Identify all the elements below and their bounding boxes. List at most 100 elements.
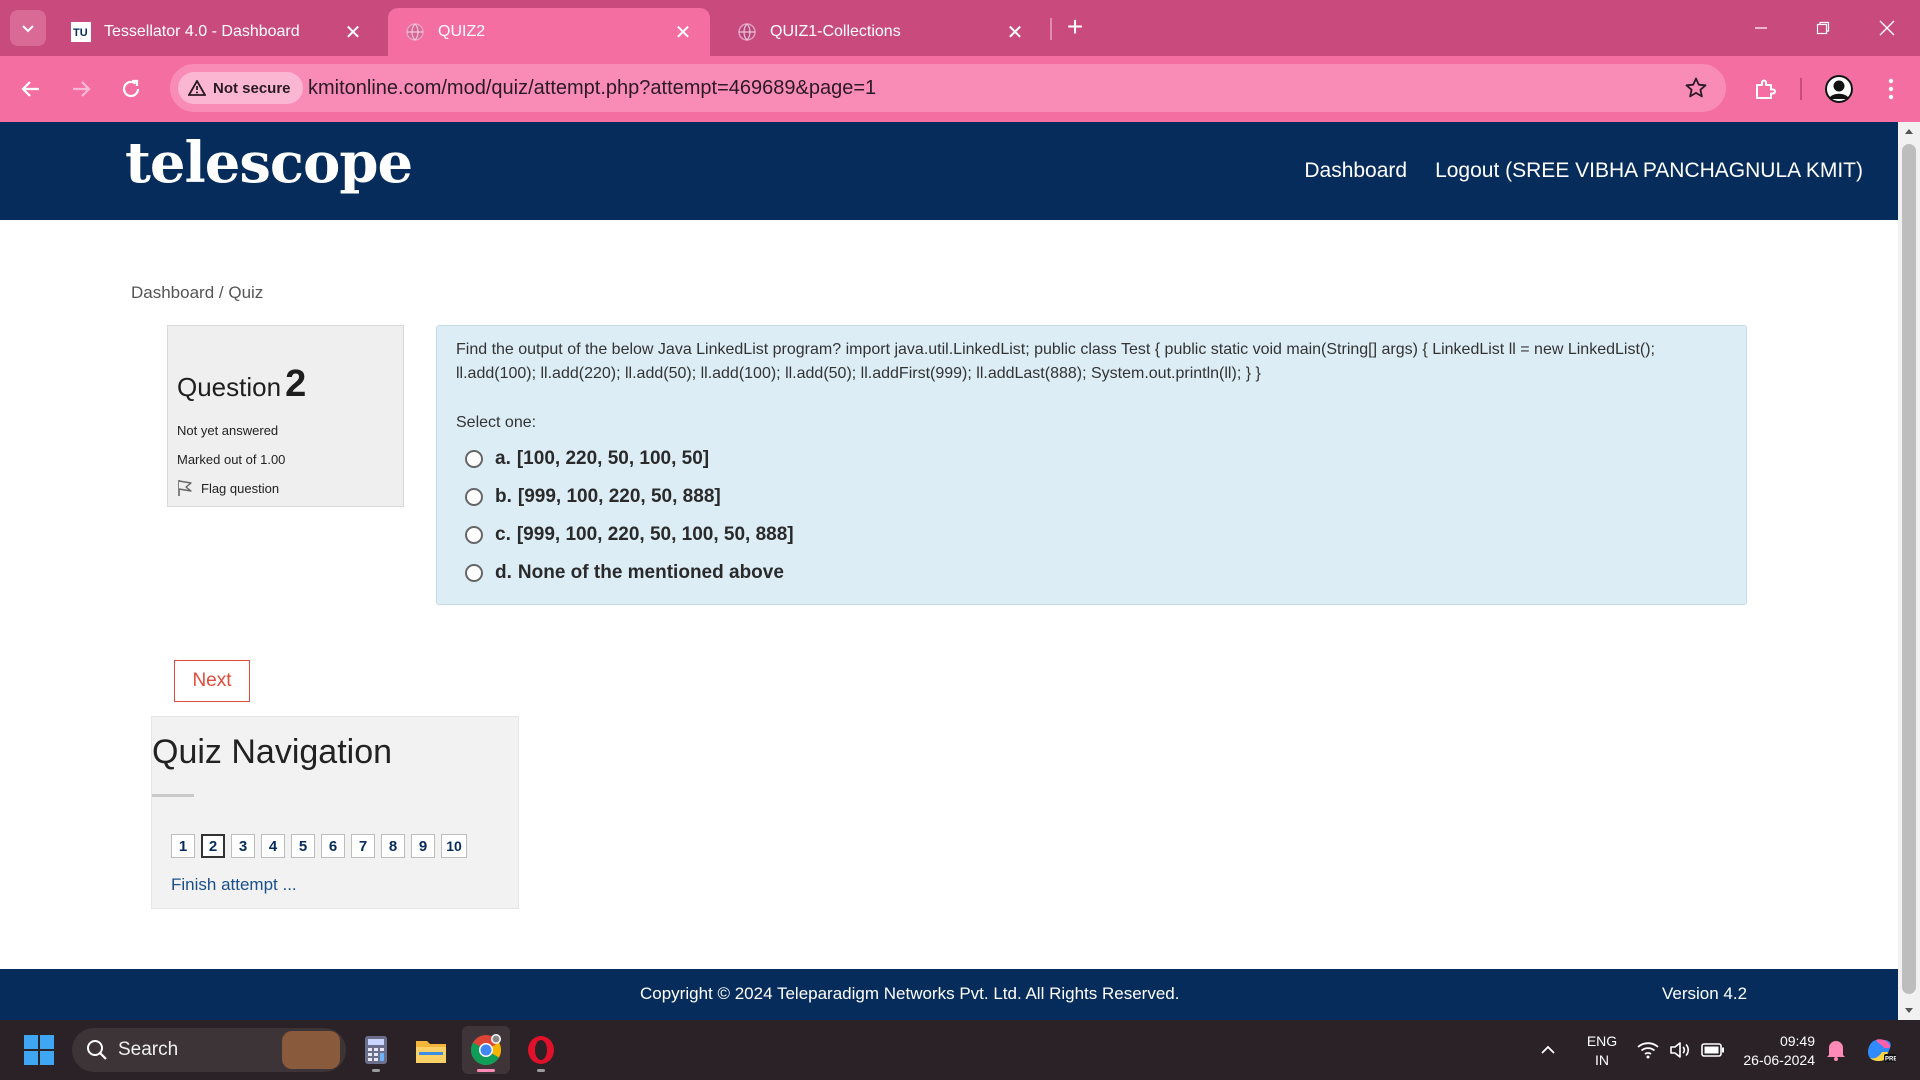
question-nav-button-3[interactable]: 3 [231,834,255,858]
breadcrumb: Dashboard / Quiz [131,283,263,303]
active-indicator [477,1069,495,1072]
calculator-icon [365,1036,387,1064]
tab-title: QUIZ1-Collections [770,23,901,40]
taskbar-calculator[interactable] [352,1026,400,1074]
browser-tab-strip: TU Tessellator 4.0 - Dashboard ✕ QUIZ2 ✕… [0,0,1920,56]
taskbar-chrome[interactable] [462,1026,510,1074]
tab-search-button[interactable] [10,10,46,46]
browser-menu-button[interactable] [1870,68,1912,110]
profile-button[interactable] [1818,68,1860,110]
nav-logout-link[interactable]: Logout (SREE VIBHA PANCHAGNULA KMIT) [1435,159,1863,183]
arrow-right-icon [73,81,91,97]
radio-button[interactable] [465,450,483,468]
tab-title: Tessellator 4.0 - Dashboard [104,23,300,40]
question-nav-button-10[interactable]: 10 [441,834,467,858]
input-language[interactable]: ENG IN [1584,1032,1620,1070]
restore-button[interactable] [1796,8,1850,48]
answer-label: b. [999, 100, 220, 50, 888] [495,486,721,508]
running-indicator [537,1069,545,1072]
forward-button[interactable] [60,68,102,110]
back-button[interactable] [10,68,52,110]
tessellator-logo-icon: TU [70,21,92,43]
question-grade: Marked out of 1.00 [177,452,286,467]
chevron-up-icon [1541,1045,1555,1054]
flag-question-label: Flag question [201,480,280,496]
site-logo[interactable]: telescope [125,130,413,196]
show-hidden-icons-button[interactable] [1540,1020,1556,1080]
reload-button[interactable] [110,68,152,110]
tab-quiz1-collections[interactable]: QUIZ1-Collections ✕ [720,8,1042,56]
flag-question-button[interactable]: Flag question [177,479,279,497]
answer-option-b[interactable]: b. [999, 100, 220, 50, 888] [465,478,794,516]
bookmark-star-icon[interactable] [1684,76,1708,105]
chevron-down-icon [22,25,34,33]
search-icon [87,1040,107,1060]
taskbar-search[interactable]: Search [72,1028,346,1072]
version-text: Version 4.2 [1662,984,1748,1003]
copilot-icon: PRE [1868,1039,1896,1063]
page-scrollbar[interactable] [1898,122,1920,1020]
url-text[interactable]: kmitonline.com/mod/quiz/attempt.php?atte… [308,77,876,100]
site-header: telescope Dashboard Logout (SREE VIBHA P… [0,122,1898,220]
answer-letter: a. [495,448,511,469]
question-nav-button-7[interactable]: 7 [351,834,375,858]
window-close-button[interactable] [1860,8,1914,48]
answer-text: None of the mentioned above [517,562,784,583]
taskbar-file-explorer[interactable] [407,1026,455,1074]
scroll-up-arrow[interactable] [1898,122,1920,140]
bell-icon [1827,1041,1845,1061]
question-number-value: 2 [285,363,307,405]
tab-quiz2[interactable]: QUIZ2 ✕ [388,8,710,56]
language-code: ENG [1586,1033,1618,1049]
question-nav-button-5[interactable]: 5 [291,834,315,858]
clock-time: 09:49 [1779,1033,1815,1049]
security-indicator[interactable]: Not secure [178,72,303,104]
answer-option-c[interactable]: c. [999, 100, 220, 50, 100, 50, 888] [465,516,794,554]
region-code: IN [1595,1052,1609,1068]
question-nav-button-1[interactable]: 1 [171,834,195,858]
copyright-text: Copyright © 2024 Teleparadigm Networks P… [640,984,1180,1003]
taskbar-opera[interactable] [517,1026,565,1074]
finish-attempt-link[interactable]: Finish attempt ... [171,875,297,895]
question-nav-button-8[interactable]: 8 [381,834,405,858]
toolbar-divider [1800,78,1802,100]
taskbar-clock[interactable]: 09:49 26-06-2024 [1735,1032,1815,1070]
answer-text: [999, 100, 220, 50, 100, 50, 888] [516,524,794,545]
opera-icon [528,1036,554,1064]
extensions-button[interactable] [1744,68,1786,110]
close-icon[interactable]: ✕ [1004,21,1026,44]
radio-button[interactable] [465,488,483,506]
question-nav-button-2[interactable]: 2 [201,834,225,858]
answer-option-d[interactable]: d. None of the mentioned above [465,554,794,592]
question-nav-button-9[interactable]: 9 [411,834,435,858]
address-bar[interactable]: Not secure kmitonline.com/mod/quiz/attem… [170,64,1726,112]
close-icon[interactable]: ✕ [342,21,364,44]
question-nav-button-6[interactable]: 6 [321,834,345,858]
answer-option-a[interactable]: a. [100, 220, 50, 100, 50] [465,440,794,478]
answer-text: [100, 220, 50, 100, 50] [516,448,710,469]
answer-label: a. [100, 220, 50, 100, 50] [495,448,709,470]
new-tab-button[interactable]: + [1062,12,1088,44]
scroll-down-arrow[interactable] [1898,1002,1920,1020]
close-icon[interactable]: ✕ [672,21,694,44]
breadcrumb-dashboard-link[interactable]: Dashboard [131,283,214,302]
close-icon [1879,20,1895,36]
search-highlight-image [282,1031,340,1069]
notifications-button[interactable] [1826,1020,1846,1080]
nav-dashboard-link[interactable]: Dashboard [1304,159,1407,183]
clock-date: 26-06-2024 [1743,1052,1815,1068]
answer-list: a. [100, 220, 50, 100, 50] b. [999, 100, 2… [465,440,794,592]
minimize-icon [1755,27,1767,29]
radio-button[interactable] [465,564,483,582]
system-status-icons[interactable] [1637,1020,1725,1080]
puzzle-icon [1756,79,1776,99]
search-label: Search [118,1039,179,1060]
radio-button[interactable] [465,526,483,544]
copilot-button[interactable]: PRE [1864,1020,1896,1080]
next-button[interactable]: Next [174,660,250,702]
minimize-button[interactable] [1734,8,1788,48]
tab-tessellator[interactable]: TU Tessellator 4.0 - Dashboard ✕ [54,8,380,56]
scroll-thumb[interactable] [1902,144,1916,994]
start-button[interactable] [24,1035,54,1070]
question-nav-button-4[interactable]: 4 [261,834,285,858]
